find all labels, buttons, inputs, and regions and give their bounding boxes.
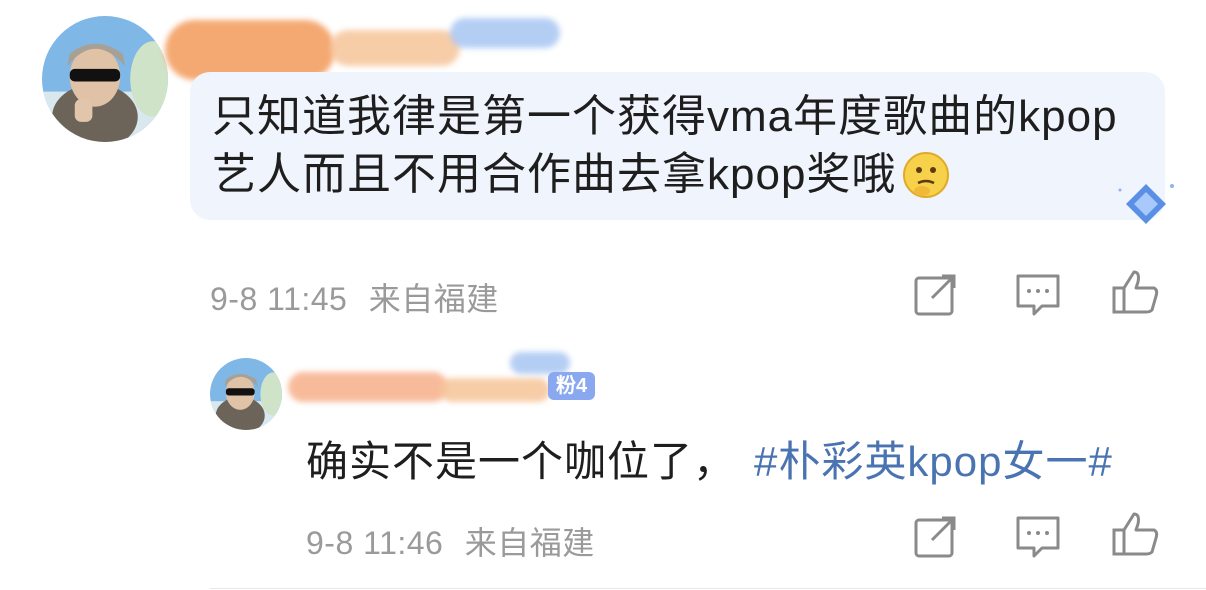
username-redacted-2 xyxy=(330,30,460,66)
comment-location: 来自福建 xyxy=(368,281,499,317)
replier-avatar[interactable] xyxy=(210,358,282,430)
comment-text: 只知道我律是第一个获得vma年度歌曲的kpop 艺人而且不用合作曲去拿kpop奖… xyxy=(212,88,1152,204)
reply-username-redacted-2 xyxy=(440,378,550,402)
username-redacted-3 xyxy=(450,18,560,48)
reply-text: 确实不是一个咖位了， #朴彩英kpop女一# xyxy=(306,428,1113,489)
share-icon xyxy=(914,516,956,558)
comment-icon xyxy=(1016,516,1060,558)
reply-username-redacted xyxy=(288,372,448,402)
commenter-avatar[interactable] xyxy=(42,16,168,142)
like-icon xyxy=(1112,270,1159,314)
divider xyxy=(210,588,1206,589)
comment-line-1: 只知道我律是第一个获得vma年度歌曲的kpop xyxy=(212,92,1118,141)
share-icon xyxy=(914,274,956,316)
thinking-face-icon xyxy=(902,151,950,199)
reply-comment-button[interactable] xyxy=(1012,510,1064,562)
reply-date: 9-8 11:46 xyxy=(306,525,444,561)
reply-location: 来自福建 xyxy=(464,525,595,561)
reply-body: 确实不是一个咖位了， xyxy=(306,438,737,485)
reply-timestamp: 9-8 11:46 来自福建 xyxy=(306,518,595,564)
like-button[interactable] xyxy=(1110,266,1162,318)
hashtag-link[interactable]: #朴彩英kpop女一# xyxy=(754,438,1113,485)
fan-level-badge: 粉4 xyxy=(548,372,596,400)
like-icon xyxy=(1112,512,1159,556)
share-button[interactable] xyxy=(910,268,962,320)
comment-date: 9-8 11:45 xyxy=(210,281,348,317)
username-redacted xyxy=(165,20,335,80)
comment-timestamp: 9-8 11:45 来自福建 xyxy=(210,274,499,320)
reply-like-button[interactable] xyxy=(1110,508,1162,560)
reply-share-button[interactable] xyxy=(910,510,962,562)
reply-username-redacted-3 xyxy=(510,352,570,374)
comment-button[interactable] xyxy=(1012,268,1064,320)
comment-line-2: 艺人而且不用合作曲去拿kpop奖哦 xyxy=(212,146,1152,204)
comment-icon xyxy=(1016,274,1060,316)
